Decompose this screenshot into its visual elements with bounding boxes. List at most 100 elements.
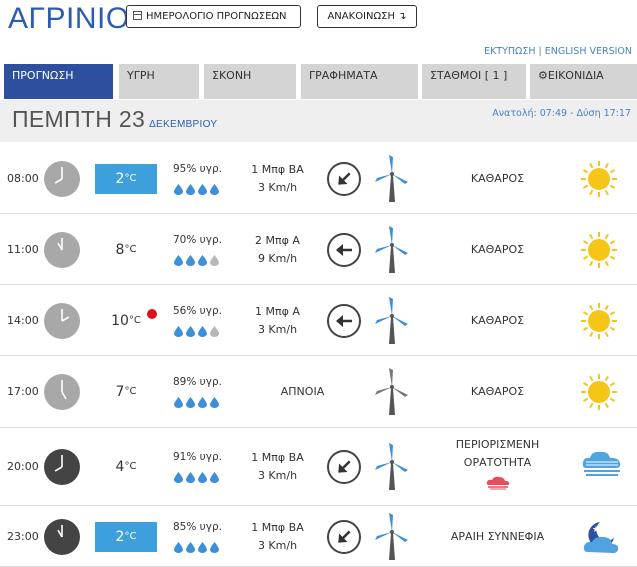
temperature: 4°C	[95, 452, 157, 482]
wind-turbine-icon	[375, 512, 409, 565]
row-time: 08:00	[7, 171, 39, 185]
wind-info: ΑΠΝΟΙΑ	[280, 385, 325, 398]
tab-icons[interactable]: ⚙ΕΙΚΟΝΙΔΙΑ	[530, 64, 637, 99]
condition-text: ΚΑΘΑΡΟΣ	[470, 171, 525, 185]
wind-speed: 3 Km/h	[257, 180, 298, 194]
temperature-unit: °C	[124, 172, 137, 184]
weather-condition: ΚΑΘΑΡΟΣ	[425, 241, 570, 259]
clock-icon	[44, 231, 80, 268]
tab-bar: ΠΡΟΓΝΩΣΗ ΥΓΡΗ ΣΚΟΝΗ ΓΡΑΦΗΜΑΤΑ ΣΤΑΘΜΟΙ [ …	[4, 64, 637, 99]
humidity-drops-icon	[174, 322, 222, 341]
condition-text-line2: ΟΡΑΤΟΤΗΤΑ	[463, 456, 532, 469]
wind-info: 1 Μπφ ΒΑ 3 Km/h	[230, 449, 325, 485]
temperature: 2°C	[95, 521, 157, 552]
city-title: ΑΓΡΙΝΙΟ	[8, 2, 130, 35]
row-time: 20:00	[7, 460, 39, 473]
top-links: ΕΚΤΥΠΩΣΗ | ENGLISH VERSION	[484, 46, 632, 57]
wind-direction-icon	[327, 303, 361, 338]
forecast-calendar-button[interactable]: ΗΜΕΡΟΛΟΓΙΟ ΠΡΟΓΝΩΣΕΩΝ	[126, 5, 301, 28]
clock-icon	[44, 302, 80, 339]
temperature: 8°C	[95, 235, 157, 265]
wind-speed: 3 Km/h	[257, 469, 298, 482]
wind-force: 2 Μπφ Α	[255, 233, 300, 247]
clock-icon	[44, 374, 80, 410]
tab-wet[interactable]: ΥΓΡΗ	[119, 64, 199, 99]
temperature-unit: °C	[124, 461, 137, 472]
temperature-unit: °C	[128, 314, 141, 326]
wind-speed: 3 Km/h	[257, 322, 298, 336]
temperature: 7°C	[95, 377, 157, 407]
wind-turbine-icon	[375, 225, 409, 278]
wind-speed: 3 Km/h	[257, 538, 298, 552]
temperature: 2°C	[95, 163, 157, 194]
weather-condition: ΑΡΑΙΗ ΣΥΝΝΕΦΙΑ	[425, 528, 570, 546]
row-time: 23:00	[7, 529, 39, 543]
condition-text: ΚΑΘΑΡΟΣ	[470, 385, 525, 398]
max-temp-indicator-icon	[147, 308, 157, 319]
sun-icon	[580, 302, 618, 344]
wind-force: 1 Μπφ ΒΑ	[251, 520, 304, 534]
weather-condition: ΚΑΘΑΡΟΣ	[425, 383, 570, 401]
announcement-button[interactable]: ΑΝΑΚΟΙΝΩΣΗ ↴	[317, 5, 417, 28]
day-title: ΠΕΜΠΤΗ 23 ΔΕΚΕΜΒΡΙΟΥ	[12, 106, 217, 133]
sunrise-sunset: Ανατολή: 07:49 - Δύση 17:17	[492, 108, 631, 119]
row-time: 14:00	[7, 313, 39, 327]
sun-icon	[580, 231, 618, 273]
weather-condition: ΚΑΘΑΡΟΣ	[425, 170, 570, 188]
tab-forecast[interactable]: ΠΡΟΓΝΩΣΗ	[4, 64, 113, 99]
weather-condition: ΠΕΡΙΟΡΙΣΜΕΝΗ ΟΡΑΤΟΤΗΤΑ	[425, 436, 570, 496]
clock-icon	[44, 518, 80, 555]
calendar-icon	[133, 11, 142, 20]
wind-direction-icon	[327, 232, 361, 267]
wind-info: 1 Μπφ ΒΑ 3 Km/h	[230, 161, 325, 197]
humidity-drops-icon	[174, 538, 222, 557]
wind-force: 1 Μπφ ΒΑ	[251, 451, 304, 464]
sun-icon	[580, 373, 618, 415]
condition-text: ΠΕΡΙΟΡΙΣΜΕΝΗ	[455, 438, 540, 451]
wind-direction-icon	[327, 450, 361, 484]
wind-info: 1 Μπφ Α 3 Km/h	[230, 303, 325, 339]
humidity: 89% υγρ.	[173, 376, 222, 388]
tab-stations[interactable]: ΣΤΑΘΜΟΙ [ 1 ]	[422, 64, 526, 99]
wind-force: 1 Μπφ ΒΑ	[251, 162, 304, 176]
humidity-drops-icon	[174, 180, 222, 199]
sun-icon	[580, 160, 618, 202]
forecast-row: 14:00 10°C 56% υγρ. 1 Μπφ Α 3 Km/h ΚΑΘΑΡΟΣ	[0, 285, 637, 356]
forecast-row: 23:00 2°C 85% υγρ. 1 Μπφ ΒΑ 3 Km/h ΑΡΑΙΗ ΣΥΝΝ…	[0, 506, 637, 567]
wind-info: 1 Μπφ ΒΑ 3 Km/h	[230, 519, 325, 555]
tab-charts[interactable]: ΓΡΑΦΗΜΑΤΑ	[301, 64, 418, 99]
wind-speed: 9 Km/h	[257, 251, 298, 265]
day-name: ΠΕΜΠΤΗ 23	[12, 106, 146, 132]
humidity: 95% υγρ.	[173, 162, 222, 175]
temperature-unit: °C	[124, 243, 137, 255]
wind-force: 1 Μπφ Α	[255, 304, 300, 318]
wind-turbine-icon	[375, 296, 409, 349]
humidity: 85% υγρ.	[173, 520, 222, 533]
humidity: 70% υγρ.	[173, 233, 222, 246]
fog-icon	[580, 448, 624, 482]
temperature-unit: °C	[124, 386, 137, 397]
humidity-drops-icon	[174, 393, 222, 412]
condition-text: ΚΑΘΑΡΟΣ	[470, 242, 525, 256]
moon-cloud-icon: ★	[580, 518, 622, 562]
wind-turbine-icon	[375, 443, 409, 495]
gear-icon: ⚙	[538, 69, 548, 82]
tab-dust[interactable]: ΣΚΟΝΗ	[204, 64, 296, 99]
condition-text: ΑΡΑΙΗ ΣΥΝΝΕΦΙΑ	[450, 529, 545, 543]
svg-text:★: ★	[592, 525, 600, 535]
low-visibility-icon	[425, 476, 570, 496]
wind-turbine-icon	[375, 154, 409, 207]
print-link[interactable]: ΕΚΤΥΠΩΣΗ	[484, 46, 535, 57]
humidity-drops-icon	[174, 468, 222, 487]
wind-direction-icon	[327, 161, 361, 196]
condition-text: ΚΑΘΑΡΟΣ	[470, 313, 525, 327]
humidity: 56% υγρ.	[173, 304, 222, 317]
row-time: 17:00	[7, 385, 39, 398]
clock-icon	[44, 449, 80, 485]
clock-icon	[44, 160, 80, 197]
english-version-link[interactable]: ENGLISH VERSION	[545, 46, 632, 57]
forecast-row: 11:00 8°C 70% υγρ. 2 Μπφ Α 9 Km/h ΚΑΘΑΡΟΣ	[0, 214, 637, 285]
temperature-value: 10	[111, 312, 129, 329]
forecast-row: 08:00 2°C 95% υγρ. 1 Μπφ ΒΑ 3 Km/h ΚΑΘΑΡΟΣ	[0, 143, 637, 214]
humidity-drops-icon	[174, 251, 222, 270]
